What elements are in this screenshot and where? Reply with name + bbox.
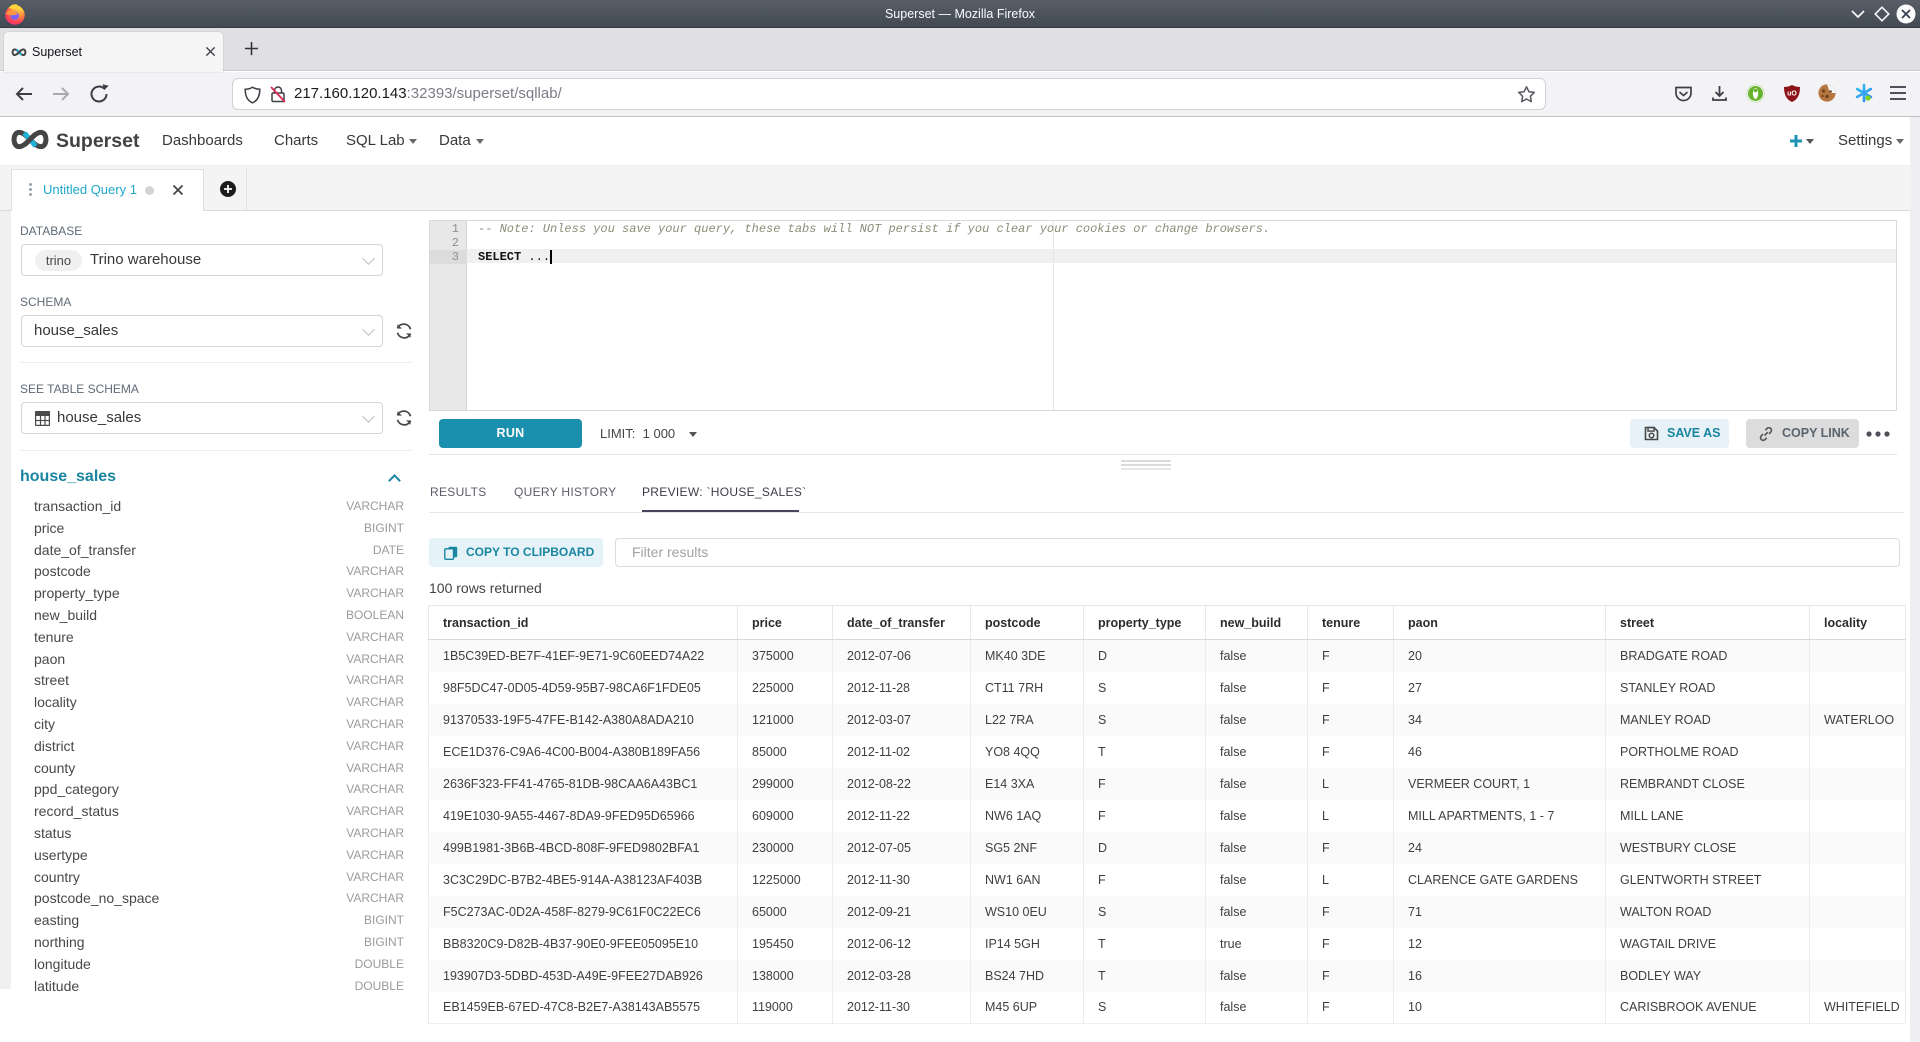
svg-text:uO: uO <box>1787 91 1797 98</box>
